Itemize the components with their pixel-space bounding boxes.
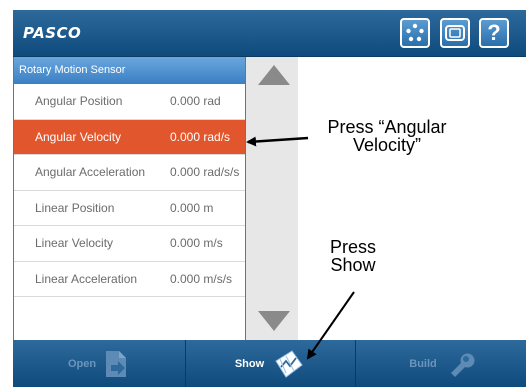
arrow-to-velocity [246,136,309,147]
arrow-to-show [306,291,355,360]
annotation-arrows [246,136,355,360]
